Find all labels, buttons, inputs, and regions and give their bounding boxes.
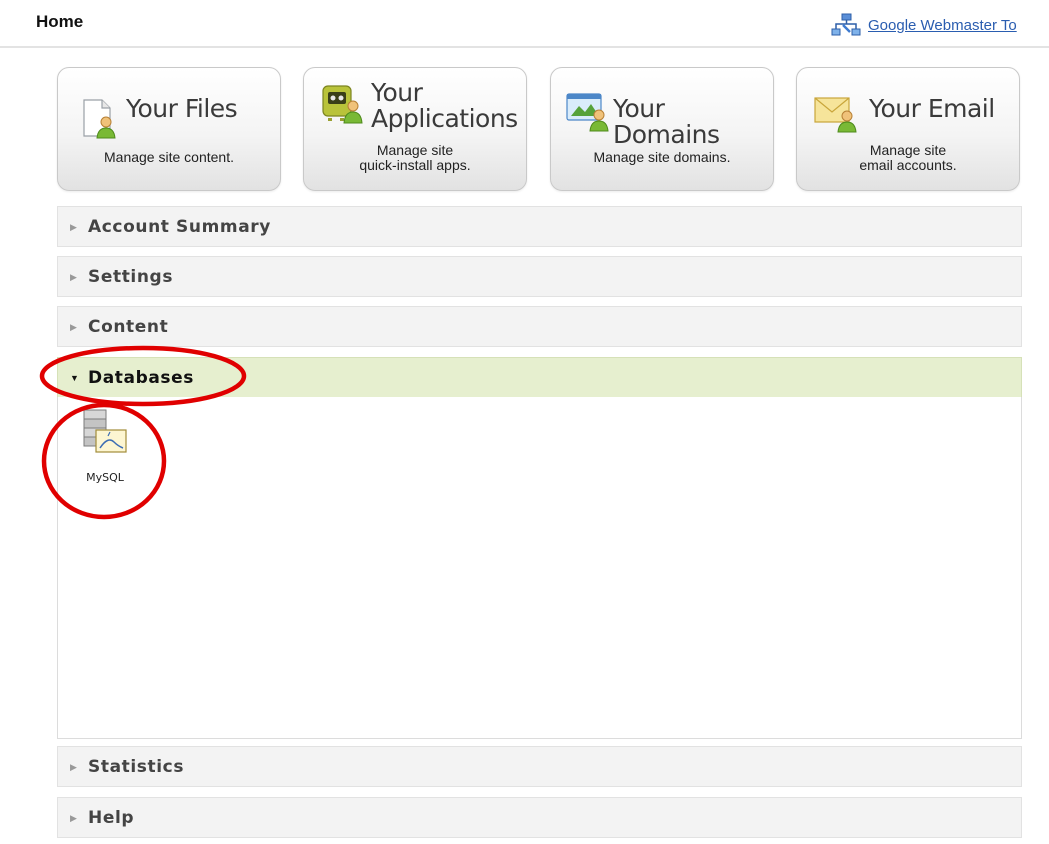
chevron-right-icon: ▶	[70, 321, 77, 332]
google-webmaster-tools-link[interactable]: Google Webmaster To	[830, 12, 1017, 38]
your-email-description: Manage site email accounts.	[859, 142, 957, 173]
your-domains-title: Your Domains	[613, 94, 720, 149]
domains-icon	[565, 88, 611, 132]
section-label: Statistics	[88, 756, 185, 777]
chevron-right-icon: ▶	[70, 221, 77, 232]
section-label: Databases	[88, 367, 194, 388]
your-applications-title: Your Applications	[371, 78, 518, 133]
sitemap-icon	[830, 12, 862, 38]
section-label: Settings	[88, 266, 174, 287]
page-title: Home	[36, 12, 84, 31]
your-applications-tile[interactable]: Your Applications Manage site quick-inst…	[303, 67, 527, 191]
your-files-title: Your Files	[126, 94, 238, 123]
chevron-down-icon: ▼	[70, 372, 79, 383]
section-content[interactable]: ▶ Content	[57, 306, 1022, 347]
mysql-item[interactable]: MySQL	[80, 408, 130, 488]
email-icon	[813, 90, 859, 134]
databases-panel	[57, 397, 1022, 739]
top-bar: Home Google Webmaster To	[0, 0, 1049, 48]
section-label: Account Summary	[88, 216, 271, 237]
your-email-tile[interactable]: Your Email Manage site email accounts.	[796, 67, 1020, 191]
chevron-right-icon: ▶	[70, 761, 77, 772]
section-help[interactable]: ▶ Help	[57, 797, 1022, 838]
section-settings[interactable]: ▶ Settings	[57, 256, 1022, 297]
section-label: Content	[88, 316, 169, 337]
your-files-description: Manage site content.	[104, 149, 234, 165]
section-label: Help	[88, 807, 135, 828]
your-domains-description: Manage site domains.	[593, 149, 731, 165]
your-applications-description: Manage site quick-install apps.	[359, 142, 471, 173]
applications-icon	[320, 82, 366, 126]
section-account-summary[interactable]: ▶ Account Summary	[57, 206, 1022, 247]
files-icon	[78, 96, 124, 140]
your-files-tile[interactable]: Your Files Manage site content.	[57, 67, 281, 191]
chevron-right-icon: ▶	[70, 271, 77, 282]
section-databases[interactable]: ▼ Databases	[57, 357, 1022, 398]
mysql-label: MySQL	[86, 471, 124, 484]
your-domains-tile[interactable]: Your Domains Manage site domains.	[550, 67, 774, 191]
google-webmaster-tools-label: Google Webmaster To	[868, 16, 1017, 34]
database-icon	[80, 408, 130, 456]
chevron-right-icon: ▶	[70, 812, 77, 823]
your-email-title: Your Email	[869, 94, 995, 123]
section-statistics[interactable]: ▶ Statistics	[57, 746, 1022, 787]
